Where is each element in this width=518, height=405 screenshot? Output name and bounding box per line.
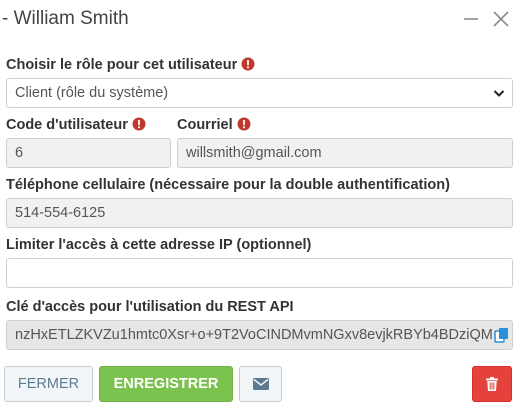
minimize-icon <box>464 18 478 20</box>
exclamation-circle-icon <box>237 117 251 131</box>
delete-button[interactable] <box>472 366 512 402</box>
email-label: Courriel <box>177 117 251 133</box>
email-value: willsmith@gmail.com <box>186 145 322 161</box>
ip-field[interactable] <box>6 258 513 288</box>
chevron-down-icon <box>493 90 505 97</box>
role-label-text: Choisir le rôle pour cet utilisateur <box>6 57 238 73</box>
ip-label: Limiter l'accès à cette adresse IP (opti… <box>6 237 312 253</box>
copy-icon[interactable] <box>494 327 510 343</box>
close-dialog-button[interactable] <box>490 8 512 30</box>
role-select[interactable]: Client (rôle du système) <box>6 78 513 108</box>
email-label-text: Courriel <box>177 117 233 133</box>
phone-value: 514-554-6125 <box>15 205 106 221</box>
exclamation-circle-icon <box>132 117 146 131</box>
user-code-input[interactable]: 6 <box>6 138 171 168</box>
dialog-title: - William Smith <box>2 8 129 29</box>
user-code-label: Code d'utilisateur <box>6 117 146 133</box>
phone-label: Téléphone cellulaire (nécessaire pour la… <box>6 177 450 193</box>
role-select-value: Client (rôle du système) <box>15 85 169 101</box>
phone-field[interactable]: 514-554-6125 <box>6 198 513 228</box>
api-key-value: nzHxETLZKVZu1hmtc0Xsr+o+9T2VoCINDMvmNGxv… <box>15 327 493 343</box>
envelope-icon <box>252 378 269 390</box>
trash-icon <box>486 377 498 391</box>
close-icon <box>493 11 509 27</box>
minimize-button[interactable] <box>460 8 482 30</box>
user-code-label-text: Code d'utilisateur <box>6 117 128 133</box>
dialog-header: - William Smith <box>0 0 518 40</box>
close-button[interactable]: FERMER <box>4 366 93 402</box>
email-field[interactable]: willsmith@gmail.com <box>177 138 513 168</box>
role-label: Choisir le rôle pour cet utilisateur <box>6 57 255 73</box>
user-code-value: 6 <box>15 145 24 161</box>
exclamation-circle-icon <box>241 57 255 71</box>
email-button[interactable] <box>239 366 282 402</box>
api-key-field[interactable]: nzHxETLZKVZu1hmtc0Xsr+o+9T2VoCINDMvmNGxv… <box>6 320 513 350</box>
save-button[interactable]: ENREGISTRER <box>99 366 233 402</box>
api-key-label: Clé d'accès pour l'utilisation du REST A… <box>6 299 294 315</box>
